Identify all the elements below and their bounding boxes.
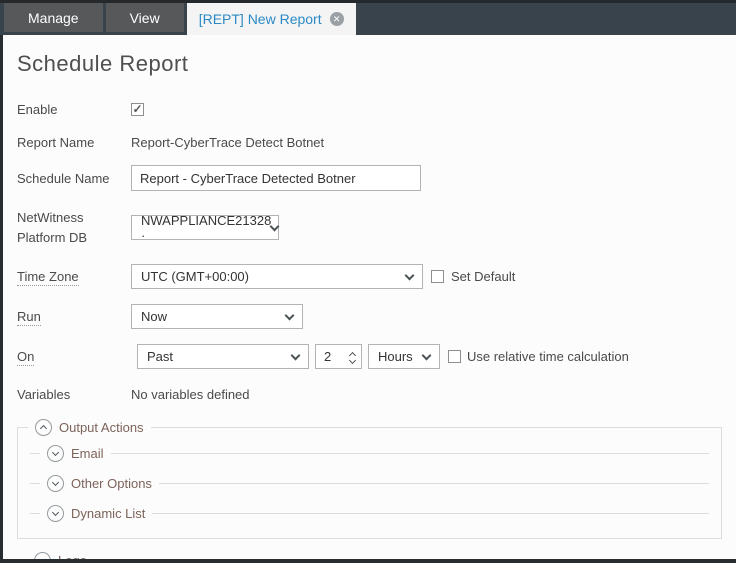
schedule-name-input[interactable]	[131, 165, 421, 191]
chevron-down-icon	[285, 310, 295, 320]
db-label: NetWitness Platform DB	[17, 208, 131, 247]
timezone-row: Time Zone UTC (GMT+00:00) Set Default	[17, 264, 722, 289]
tab-manage-label: Manage	[28, 10, 79, 26]
on-count-value: 2	[324, 349, 331, 364]
tab-view[interactable]: View	[106, 3, 184, 32]
on-unit-value: Hours	[378, 349, 413, 364]
run-select[interactable]: Now	[131, 304, 303, 329]
timezone-label: Time Zone	[17, 269, 131, 284]
dynamic-list-label: Dynamic List	[71, 506, 145, 521]
logo-header[interactable]: Logo	[27, 552, 94, 559]
chevron-down-icon	[291, 350, 301, 360]
checkmark-icon: ✓	[132, 102, 142, 116]
close-icon[interactable]: ✕	[330, 12, 344, 26]
schedule-name-label: Schedule Name	[17, 171, 131, 186]
tab-new-report[interactable]: [REPT] New Report ✕	[187, 3, 356, 35]
email-header[interactable]: Email	[40, 445, 111, 462]
timezone-select-value: UTC (GMT+00:00)	[141, 269, 249, 284]
output-actions-label: Output Actions	[59, 420, 144, 435]
tab-manage[interactable]: Manage	[4, 3, 103, 32]
chevron-down-icon	[405, 270, 415, 280]
email-section: Email	[30, 445, 709, 462]
schedule-report-panel: Schedule Report Enable ✓ Report Name Rep…	[0, 35, 736, 559]
set-default-label: Set Default	[451, 269, 515, 284]
enable-row: Enable ✓	[17, 99, 722, 119]
timezone-select[interactable]: UTC (GMT+00:00)	[131, 264, 423, 289]
collapse-icon[interactable]	[35, 419, 52, 436]
variables-label: Variables	[17, 387, 131, 402]
on-period-select[interactable]: Past	[137, 344, 309, 369]
other-options-header[interactable]: Other Options	[40, 475, 159, 492]
other-options-label: Other Options	[71, 476, 152, 491]
expand-icon[interactable]	[34, 552, 51, 559]
output-actions-section: Output Actions Email Other Options Dynam…	[17, 419, 722, 539]
relative-time-label: Use relative time calculation	[467, 349, 629, 364]
relative-time-checkbox[interactable]	[448, 350, 461, 363]
chevron-down-icon	[422, 350, 432, 360]
bottom-border	[0, 559, 736, 563]
expand-icon[interactable]	[47, 445, 64, 462]
report-name-label: Report Name	[17, 135, 131, 150]
chevron-down-icon	[52, 509, 59, 516]
tab-new-report-label: [REPT] New Report	[199, 11, 322, 27]
dynamic-list-header[interactable]: Dynamic List	[40, 505, 152, 522]
page-title: Schedule Report	[17, 51, 736, 77]
on-label: On	[17, 349, 131, 364]
run-select-value: Now	[141, 309, 167, 324]
expand-icon[interactable]	[47, 505, 64, 522]
schedule-name-row: Schedule Name	[17, 165, 722, 191]
app-window: Manage View [REPT] New Report ✕ Schedule…	[0, 0, 736, 563]
run-row: Run Now	[17, 304, 722, 329]
db-select[interactable]: NWAPPLIANCE21328 ·	[131, 215, 279, 240]
expand-icon[interactable]	[47, 475, 64, 492]
run-label: Run	[17, 309, 131, 324]
on-unit-select[interactable]: Hours	[368, 344, 440, 369]
report-name-value: Report-CyberTrace Detect Botnet	[131, 135, 324, 150]
spinner-arrows	[350, 350, 355, 363]
output-actions-header[interactable]: Output Actions	[28, 419, 151, 436]
on-period-value: Past	[147, 349, 173, 364]
enable-checkbox[interactable]: ✓	[131, 103, 144, 116]
variables-row: Variables No variables defined	[17, 384, 722, 404]
logo-section: Logo	[17, 552, 722, 559]
enable-label: Enable	[17, 102, 131, 117]
report-name-row: Report Name Report-CyberTrace Detect Bot…	[17, 132, 722, 152]
on-row: On Past 2 Hours Use relative time calcul…	[17, 344, 722, 369]
chevron-down-icon[interactable]	[349, 357, 356, 364]
dynamic-list-section: Dynamic List	[30, 505, 709, 522]
variables-value: No variables defined	[131, 387, 250, 402]
chevron-down-icon	[52, 449, 59, 456]
chevron-up-icon	[40, 425, 47, 432]
email-label: Email	[71, 446, 104, 461]
tab-bar: Manage View [REPT] New Report ✕	[0, 0, 736, 35]
chevron-down-icon	[52, 479, 59, 486]
other-options-section: Other Options	[30, 475, 709, 492]
on-count-spinner[interactable]: 2	[315, 344, 362, 369]
db-select-value: NWAPPLIANCE21328 ·	[141, 213, 271, 243]
db-row: NetWitness Platform DB NWAPPLIANCE21328 …	[17, 208, 722, 247]
chevron-down-icon	[270, 221, 280, 231]
tab-view-label: View	[130, 10, 160, 26]
set-default-checkbox[interactable]	[431, 270, 444, 283]
